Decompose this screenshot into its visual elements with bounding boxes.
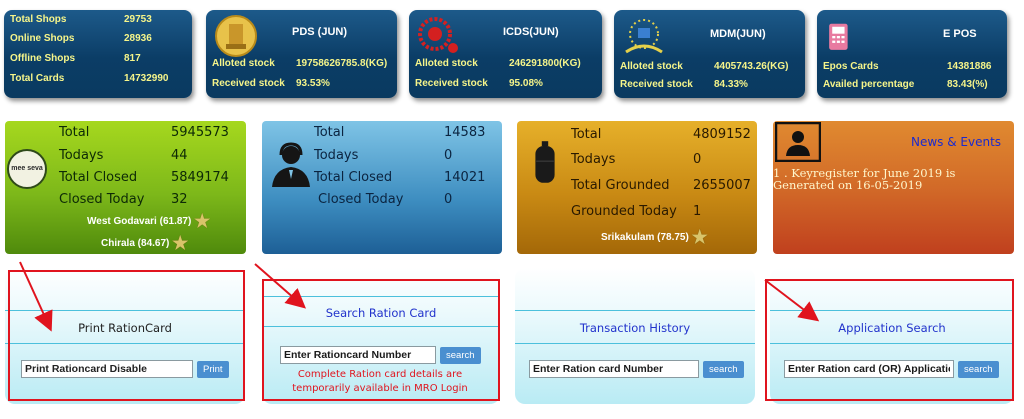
stat-label: Received stock: [620, 79, 693, 90]
stat-label: Todays: [571, 152, 616, 167]
top-mandal: Chirala (84.67) ★: [101, 233, 189, 253]
customer-support-icon: [272, 142, 310, 187]
card-title: ICDS(JUN): [503, 26, 559, 38]
stat-label: Total Shops: [10, 14, 67, 25]
meeseva-panel: mee seva Total 5945573 Todays 44 Total Clo…: [5, 121, 246, 254]
stat-label: Todays: [59, 148, 104, 163]
gas-panel: Total 4809152 Todays 0 Total Grounded 26550…: [517, 121, 757, 254]
online-shops-row: Online Shops 28936: [10, 33, 186, 44]
stat-value: 5945573: [171, 125, 229, 140]
stat-label: Availed percentage: [823, 79, 915, 90]
star-icon: ★: [172, 233, 189, 253]
stat-label: Total: [314, 125, 345, 140]
star-icon: ★: [194, 211, 211, 231]
gas-cylinder-icon: [535, 141, 555, 183]
icds-logo-icon: [418, 17, 458, 53]
card-title: MDM(JUN): [710, 28, 766, 40]
offline-shops-row: Offline Shops 817: [10, 53, 186, 64]
stat-value: 28936: [124, 33, 152, 44]
stat-value: 95.08%: [509, 78, 543, 89]
stat-value: 44: [171, 148, 188, 163]
stat-label: Total Closed: [314, 170, 393, 185]
meeseva-logo: mee seva: [7, 149, 47, 189]
stat-value: 4405743.26(KG): [714, 61, 789, 72]
news-portrait-icon: [775, 122, 821, 162]
stat-label: Alloted stock: [212, 58, 275, 69]
stat-label: Grounded Today: [571, 204, 677, 219]
stat-value: 0: [444, 192, 453, 207]
news-item[interactable]: 1 . Keyregister for June 2019 is Generat…: [773, 167, 1013, 191]
stat-label: Received stock: [415, 78, 488, 89]
stat-value: 19758626785.8(KG): [296, 58, 388, 69]
stat-value: 0: [444, 148, 453, 163]
stat-value: 83.43(%): [947, 79, 988, 90]
stat-value: 93.53%: [296, 78, 330, 89]
stat-label: Closed Today: [318, 192, 404, 207]
stat-value: 246291800(KG): [509, 58, 581, 69]
highlight-box: [765, 279, 1014, 401]
stat-label: Alloted stock: [415, 58, 478, 69]
stat-value: 2655007: [693, 178, 751, 193]
stat-label: Offline Shops: [10, 53, 75, 64]
mdm-card: MDM(JUN) Alloted stock 4405743.26(KG) Rec…: [614, 10, 805, 98]
stat-value: 817: [124, 53, 141, 64]
stat-label: Closed Today: [59, 192, 145, 207]
stat-value: 5849174: [171, 170, 229, 185]
stat-label: Received stock: [212, 78, 285, 89]
highlight-box: [262, 279, 500, 401]
total-shops-row: Total Shops 29753: [10, 14, 186, 25]
stat-value: 0: [693, 152, 702, 167]
stat-value: 14381886: [947, 61, 992, 72]
stat-label: Todays: [314, 148, 359, 163]
grievance-panel: Total 14583 Todays 0 Total Closed 14021 Clo…: [262, 121, 502, 254]
total-cards-row: Total Cards 14732990: [10, 73, 186, 84]
stat-label: Alloted stock: [620, 61, 683, 72]
news-panel: News & Events 1 . Keyregister for June 2…: [773, 121, 1014, 254]
transaction-rationcard-input[interactable]: [529, 360, 699, 378]
stat-value: 29753: [124, 14, 152, 25]
transaction-history-panel: Transaction History search: [515, 268, 755, 404]
stat-label: Online Shops: [10, 33, 75, 44]
stat-value: 14732990: [124, 73, 169, 84]
card-title: PDS (JUN): [292, 26, 348, 38]
star-icon: ★: [691, 227, 708, 247]
stat-value: 84.33%: [714, 79, 748, 90]
search-button[interactable]: search: [703, 361, 744, 378]
stat-label: Epos Cards: [823, 61, 879, 72]
news-title: News & Events: [911, 135, 1002, 149]
pos-machine-icon: [829, 23, 848, 50]
panel-title: Transaction History: [579, 321, 691, 335]
stat-label: Total: [571, 127, 602, 142]
stat-value: 4809152: [693, 127, 751, 142]
stat-label: Total: [59, 125, 90, 140]
top-district: Srikakulam (78.75) ★: [601, 227, 708, 247]
highlight-box: [8, 270, 245, 401]
stat-value: 32: [171, 192, 188, 207]
stat-label: Total Cards: [10, 73, 65, 84]
shops-card: Total Shops 29753 Online Shops 28936 Off…: [4, 10, 192, 98]
mdm-logo-icon: [625, 19, 663, 54]
stat-label: Total Closed: [59, 170, 138, 185]
icds-card: ICDS(JUN) Alloted stock 246291800(KG) Rec…: [409, 10, 602, 98]
stat-value: 14021: [444, 170, 486, 185]
stat-value: 1: [693, 204, 702, 219]
epos-card: E POS Epos Cards 14381886 Availed percent…: [817, 10, 1007, 98]
pds-card: PDS (JUN) Alloted stock 19758626785.8(KG)…: [206, 10, 397, 98]
stat-value: 14583: [444, 125, 486, 140]
card-title: E POS: [943, 28, 977, 40]
stat-label: Total Grounded: [571, 178, 670, 193]
top-district: West Godavari (61.87) ★: [87, 211, 211, 231]
state-emblem-icon: [215, 15, 257, 57]
